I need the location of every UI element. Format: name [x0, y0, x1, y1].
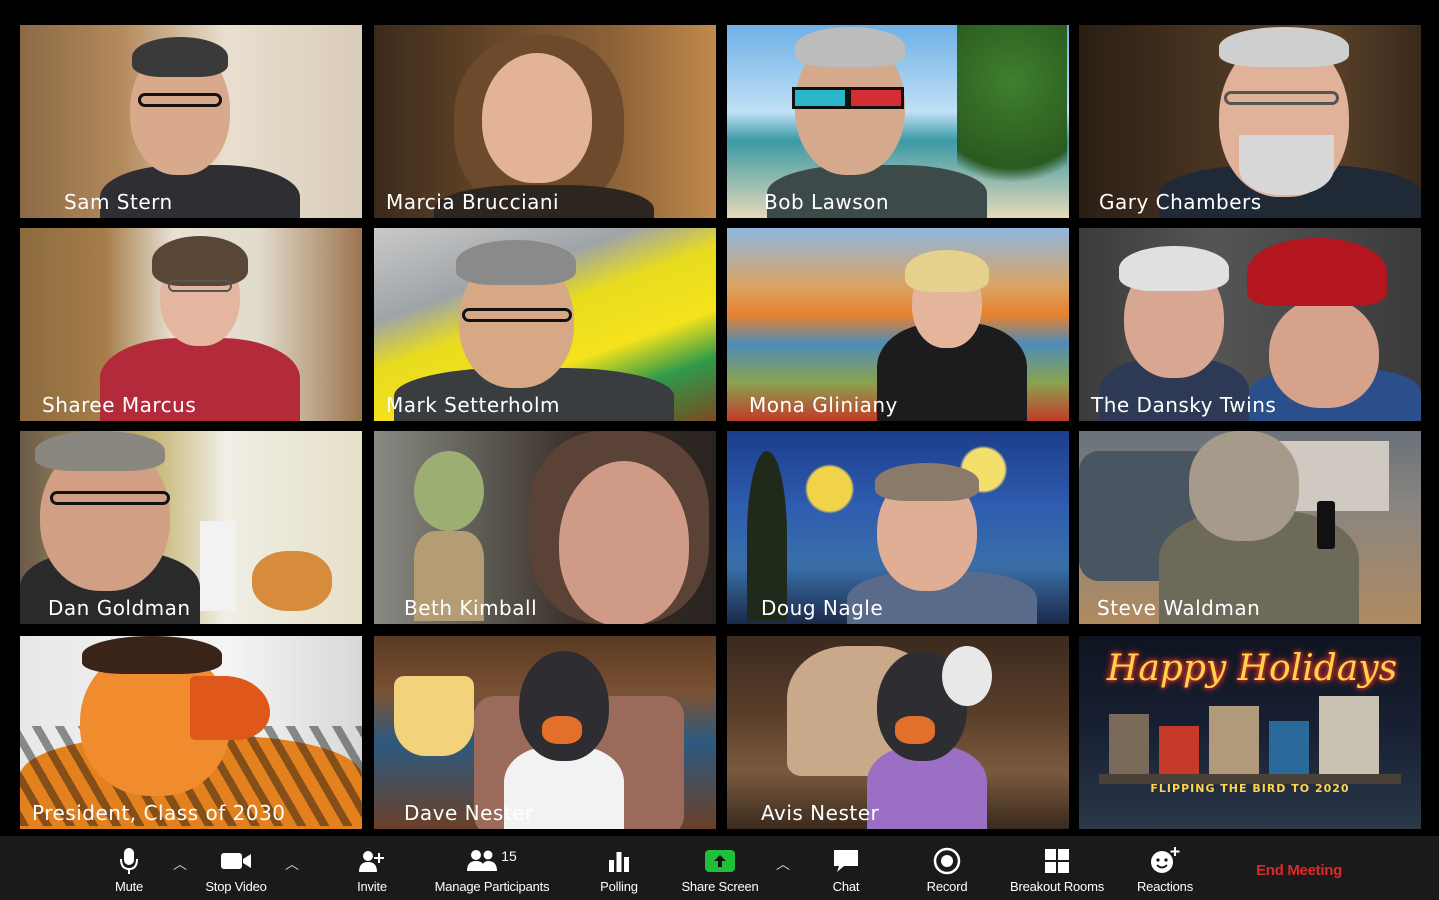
chat-button[interactable]: Chat — [822, 836, 870, 900]
chat-bubble-icon — [832, 846, 860, 876]
reactions-button[interactable]: Reactions — [1128, 836, 1202, 900]
video-tile-holiday-card[interactable]: Happy Holidays FLIPPING THE BIRD TO 2020 — [1079, 636, 1421, 829]
breakout-rooms-button[interactable]: Breakout Rooms — [998, 836, 1116, 900]
participant-name: Steve Waldman — [1097, 596, 1261, 620]
participant-name: Avis Nester — [761, 801, 880, 825]
participant-name: Gary Chambers — [1099, 190, 1262, 214]
participant-name: Bob Lawson — [764, 190, 890, 214]
video-tile-dansky-twins[interactable]: The Dansky Twins — [1079, 228, 1421, 421]
video-tile-mona-gliniany[interactable]: Mona Gliniany — [727, 228, 1069, 421]
participant-name: Sam Stern — [64, 190, 173, 214]
video-tile-steve-waldman[interactable]: Steve Waldman — [1079, 431, 1421, 624]
share-screen-button[interactable]: Share Screen — [672, 836, 768, 900]
video-tile-dave-nester[interactable]: Dave Nester — [374, 636, 716, 829]
participant-name: Dave Nester — [404, 801, 534, 825]
meeting-toolbar: Mute ︿ Stop Video ︿ Invite 15 Manage Par… — [0, 836, 1439, 900]
video-tile-doug-nagle[interactable]: Doug Nagle — [727, 431, 1069, 624]
participant-name: Dan Goldman — [48, 596, 191, 620]
participant-name: Mona Gliniany — [749, 393, 898, 417]
stop-video-button[interactable]: Stop Video — [196, 836, 276, 900]
mute-options-chevron-icon[interactable]: ︿ — [170, 854, 190, 874]
video-tile-dan-goldman[interactable]: Dan Goldman — [20, 431, 362, 624]
breakout-grid-icon — [1044, 846, 1070, 876]
holiday-headline: Happy Holidays — [1106, 648, 1398, 689]
participant-name: The Dansky Twins — [1091, 393, 1277, 417]
video-gallery: Sam Stern Marcia Brucciani Bob Lawson Ga… — [0, 0, 1439, 836]
share-options-chevron-icon[interactable]: ︿ — [773, 854, 793, 874]
invite-button[interactable]: Invite — [345, 836, 399, 900]
video-options-chevron-icon[interactable]: ︿ — [282, 854, 302, 874]
participant-count: 15 — [501, 848, 517, 864]
video-camera-icon — [220, 846, 252, 876]
video-tile-avis-nester[interactable]: Avis Nester — [727, 636, 1069, 829]
participant-name: Mark Setterholm — [386, 393, 560, 417]
holiday-tagline: FLIPPING THE BIRD TO 2020 — [1150, 782, 1350, 795]
bar-chart-icon — [608, 846, 630, 876]
polling-button[interactable]: Polling — [590, 836, 648, 900]
video-tile-gary-chambers[interactable]: Gary Chambers — [1079, 25, 1421, 218]
participant-name: Doug Nagle — [761, 596, 884, 620]
record-button[interactable]: Record — [918, 836, 976, 900]
video-tile-sharee-marcus[interactable]: Sharee Marcus — [20, 228, 362, 421]
manage-participants-button[interactable]: 15 Manage Participants — [424, 836, 560, 900]
add-person-icon — [358, 846, 386, 876]
participant-name: President, Class of 2030 — [32, 801, 286, 825]
video-tile-president-class-2030[interactable]: President, Class of 2030 — [20, 636, 362, 829]
share-screen-icon — [705, 846, 735, 876]
participant-name: Sharee Marcus — [42, 393, 197, 417]
video-tile-beth-kimball[interactable]: Beth Kimball — [374, 431, 716, 624]
end-meeting-button[interactable]: End Meeting — [1242, 856, 1356, 884]
participants-icon — [467, 849, 498, 874]
video-tile-mark-setterholm[interactable]: Mark Setterholm — [374, 228, 716, 421]
smiley-add-icon — [1150, 846, 1180, 876]
microphone-icon — [119, 846, 139, 876]
participant-name: Beth Kimball — [404, 596, 538, 620]
mute-button[interactable]: Mute — [100, 836, 158, 900]
record-icon — [933, 846, 961, 876]
video-tile-sam-stern[interactable]: Sam Stern — [20, 25, 362, 218]
video-tile-bob-lawson[interactable]: Bob Lawson — [727, 25, 1069, 218]
video-tile-marcia-brucciani[interactable]: Marcia Brucciani — [374, 25, 716, 218]
participant-name: Marcia Brucciani — [386, 190, 560, 214]
